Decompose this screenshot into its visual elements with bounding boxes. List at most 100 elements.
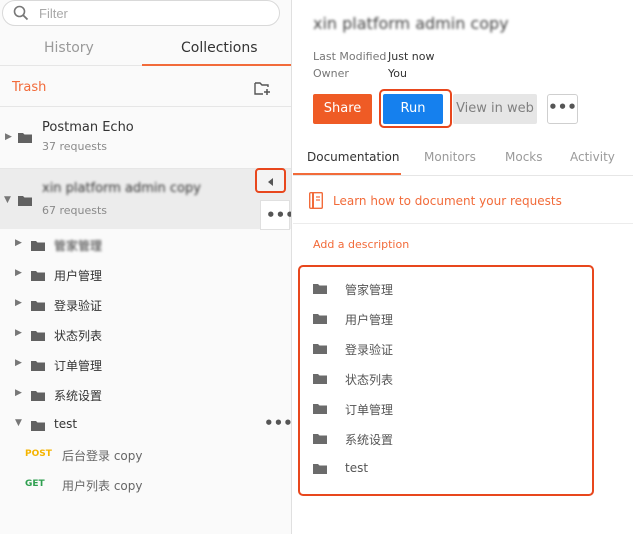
learn-docs-link[interactable]: Learn how to document your requests — [307, 190, 627, 214]
folder-row[interactable]: ▶ 系统设置 — [0, 380, 291, 410]
detail-tabs: Documentation Monitors Mocks Activity — [293, 142, 633, 176]
tab-monitors[interactable]: Monitors — [424, 150, 476, 164]
folder-name: test — [54, 417, 78, 431]
last-modified-value: Just now — [388, 50, 435, 63]
folder-icon — [31, 421, 45, 431]
tab-documentation[interactable]: Documentation — [307, 150, 400, 164]
detail-folder-item[interactable]: 登录验证 — [310, 333, 570, 363]
active-tab-indicator — [142, 64, 291, 66]
folder-row[interactable]: ▶ 订单管理 — [0, 350, 291, 380]
caret-right-icon[interactable]: ▶ — [5, 132, 12, 142]
collapse-button[interactable] — [255, 168, 286, 193]
collection-name: xin platform admin copy — [42, 181, 201, 196]
more-icon: ••• — [548, 98, 577, 116]
folder-icon — [31, 241, 45, 251]
folder-row[interactable]: ▶ 状态列表 — [0, 320, 291, 350]
caret-down-icon[interactable]: ▼ — [15, 418, 22, 428]
folder-icon — [18, 196, 32, 206]
collections-toolbar: Trash — [0, 76, 291, 100]
collection-count: 37 requests — [42, 140, 108, 153]
collection-detail-panel: xin platform admin copy Last Modified Ju… — [293, 0, 633, 534]
search-input[interactable] — [39, 3, 259, 23]
folder-name: 管家管理 — [54, 239, 103, 253]
tab-collections[interactable]: Collections — [181, 40, 258, 56]
active-tab-indicator — [293, 173, 401, 175]
folder-icon — [313, 344, 327, 354]
folder-row-expanded[interactable]: ▼ test ••• — [0, 410, 291, 440]
folder-icon — [313, 464, 327, 474]
tab-history[interactable]: History — [44, 40, 94, 56]
search-box[interactable] — [2, 0, 280, 26]
collection-count: 67 requests — [42, 204, 108, 217]
search-icon — [13, 5, 29, 21]
divider — [0, 106, 291, 107]
caret-right-icon[interactable]: ▶ — [15, 268, 22, 278]
add-description-link[interactable]: Add a description — [313, 238, 409, 251]
folder-name: test — [345, 461, 369, 475]
tab-activity[interactable]: Activity — [570, 150, 615, 164]
folder-row[interactable]: ▶ 登录验证 — [0, 290, 291, 320]
folder-icon — [313, 434, 327, 444]
collection-more-button[interactable]: ••• — [260, 200, 292, 230]
folder-name: 用户管理 — [54, 269, 103, 283]
request-name: 后台登录 copy — [62, 449, 143, 463]
sidebar-tabs: History Collections — [0, 38, 291, 66]
collection-name: Postman Echo — [42, 120, 134, 135]
caret-right-icon[interactable]: ▶ — [15, 328, 22, 338]
run-button[interactable]: Run — [383, 94, 443, 124]
caret-right-icon[interactable]: ▶ — [15, 388, 22, 398]
detail-folder-item[interactable]: 状态列表 — [310, 363, 570, 393]
folder-name: 订单管理 — [54, 359, 103, 373]
folder-list-highlight: 管家管理 用户管理 登录验证 状态列表 订单管理 系统设置 test — [298, 265, 594, 496]
sidebar: History Collections Trash ▶ Postman Echo… — [0, 0, 292, 534]
new-collection-icon[interactable] — [254, 80, 272, 96]
caret-right-icon[interactable]: ▶ — [15, 358, 22, 368]
more-button[interactable]: ••• — [547, 94, 578, 124]
folder-icon — [31, 361, 45, 371]
caret-left-icon — [268, 178, 273, 186]
owner-label: Owner — [313, 67, 349, 80]
trash-link[interactable]: Trash — [12, 80, 46, 95]
more-icon[interactable]: ••• — [264, 414, 291, 432]
owner-value: You — [388, 67, 407, 80]
folder-icon — [313, 284, 327, 294]
folder-row[interactable]: ▶ 用户管理 — [0, 260, 291, 290]
folder-name: 登录验证 — [54, 299, 103, 313]
tab-mocks[interactable]: Mocks — [505, 150, 543, 164]
method-badge: POST — [25, 449, 52, 459]
document-icon — [309, 192, 323, 209]
request-name: 用户列表 copy — [62, 479, 143, 493]
view-in-web-button[interactable]: View in web — [453, 94, 537, 124]
folder-row[interactable]: ▶ 管家管理 — [0, 230, 291, 260]
detail-folder-item[interactable]: 系统设置 — [310, 423, 570, 453]
folder-icon — [31, 391, 45, 401]
request-row[interactable]: GET 用户列表 copy — [0, 470, 291, 500]
folder-name: 状态列表 — [345, 373, 394, 387]
folder-icon — [31, 331, 45, 341]
detail-folder-item[interactable]: 管家管理 — [310, 273, 570, 303]
folder-icon — [31, 271, 45, 281]
divider — [293, 223, 633, 224]
learn-link-text: Learn how to document your requests — [333, 194, 562, 208]
caret-down-icon[interactable]: ▼ — [4, 195, 11, 205]
request-row[interactable]: POST 后台登录 copy — [0, 440, 291, 470]
collection-item[interactable]: ▶ Postman Echo 37 requests — [0, 108, 291, 168]
share-button[interactable]: Share — [313, 94, 372, 124]
folder-name: 系统设置 — [54, 389, 103, 403]
detail-folder-item[interactable]: test — [310, 453, 570, 483]
method-badge: GET — [25, 479, 45, 489]
collection-item-selected[interactable]: ▼ xin platform admin copy 67 requests — [0, 169, 291, 229]
more-icon: ••• — [266, 206, 292, 224]
caret-right-icon[interactable]: ▶ — [15, 238, 22, 248]
detail-folder-item[interactable]: 用户管理 — [310, 303, 570, 333]
caret-right-icon[interactable]: ▶ — [15, 298, 22, 308]
folder-name: 管家管理 — [345, 283, 394, 297]
folder-icon — [18, 133, 32, 143]
collection-title: xin platform admin copy — [313, 14, 509, 33]
folder-icon — [313, 374, 327, 384]
last-modified-label: Last Modified — [313, 50, 387, 63]
folder-icon — [313, 314, 327, 324]
folder-icon — [313, 404, 327, 414]
folder-name: 系统设置 — [345, 433, 394, 447]
detail-folder-item[interactable]: 订单管理 — [310, 393, 570, 423]
